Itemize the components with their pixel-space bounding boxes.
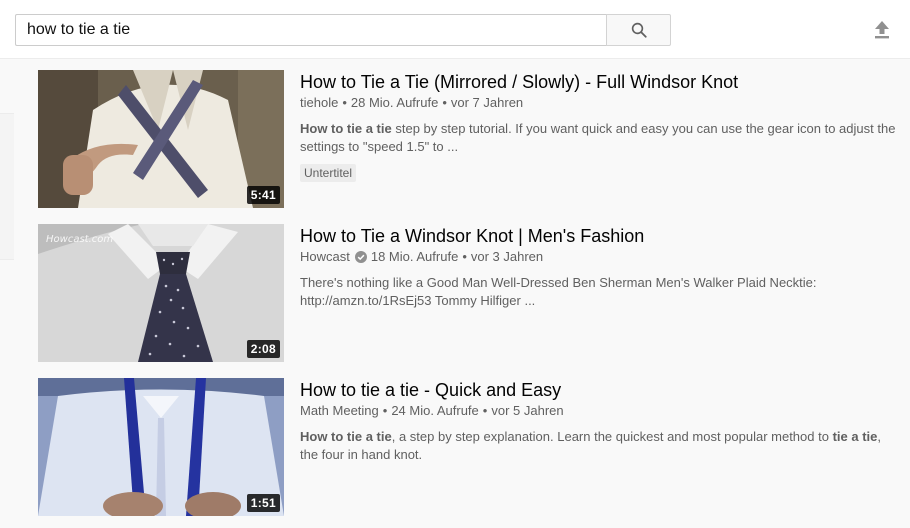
channel-name[interactable]: Howcast: [300, 248, 350, 266]
video-description: There's nothing like a Good Man Well-Dre…: [300, 274, 898, 310]
meta-separator: •: [382, 403, 388, 418]
video-info: How to tie a tie - Quick and Easy Math M…: [300, 378, 900, 464]
search-button[interactable]: [606, 14, 671, 46]
video-info: How to Tie a Tie (Mirrored / Slowly) - F…: [300, 70, 900, 182]
channel-name[interactable]: tiehole: [300, 94, 338, 112]
meta-separator: •: [462, 249, 467, 264]
video-duration: 2:08: [246, 340, 280, 358]
video-thumbnail[interactable]: 1:51: [38, 378, 284, 516]
desc-highlight: How to tie a tie: [300, 429, 392, 444]
video-title[interactable]: How to Tie a Windsor Knot | Men's Fashio…: [300, 224, 900, 248]
video-meta: Howcast 18 Mio. Aufrufe • vor 3 Jahren: [300, 248, 900, 266]
upload-age: vor 7 Jahren: [450, 95, 524, 110]
video-title[interactable]: How to Tie a Tie (Mirrored / Slowly) - F…: [300, 70, 900, 94]
search-icon: [631, 22, 647, 38]
upload-age: vor 3 Jahren: [470, 249, 544, 264]
video-result[interactable]: 1:51 How to tie a tie - Quick and Easy M…: [38, 378, 910, 516]
upload-age: vor 5 Jahren: [491, 403, 564, 418]
upload-icon: [875, 21, 889, 39]
video-thumbnail[interactable]: 5:41: [38, 70, 284, 208]
view-count: 24 Mio. Aufrufe: [391, 403, 479, 418]
desc-highlight: tie a tie: [832, 429, 878, 444]
video-description: How to tie a tie, a step by step explana…: [300, 428, 898, 464]
channel-watermark: Howcast.com: [46, 234, 114, 245]
video-info: How to Tie a Windsor Knot | Men's Fashio…: [300, 224, 900, 310]
meta-separator: •: [342, 95, 347, 110]
subtitles-badge: Untertitel: [300, 164, 357, 182]
side-rail: [0, 113, 14, 260]
channel-name[interactable]: Math Meeting: [300, 402, 379, 420]
view-count: 18 Mio. Aufrufe: [370, 249, 459, 264]
search-input[interactable]: how to tie a tie: [15, 14, 607, 46]
desc-text: There's nothing like a Good Man Well-Dre…: [300, 275, 817, 308]
video-result[interactable]: Howcast.com 2:08 How to Tie a Windsor Kn…: [38, 224, 910, 362]
verified-check-icon: [354, 251, 367, 263]
meta-separator: •: [482, 403, 488, 418]
top-bar: how to tie a tie: [0, 0, 910, 59]
meta-separator: •: [442, 95, 447, 110]
upload-button[interactable]: [870, 18, 894, 42]
video-thumbnail[interactable]: Howcast.com 2:08: [38, 224, 284, 362]
desc-text: , a step by step explanation. Learn the …: [391, 429, 833, 444]
video-description: How to tie a tie step by step tutorial. …: [300, 120, 898, 156]
view-count: 28 Mio. Aufrufe: [350, 95, 439, 110]
video-meta: Math Meeting • 24 Mio. Aufrufe • vor 5 J…: [300, 402, 900, 420]
desc-highlight: How to tie a tie: [300, 121, 392, 136]
video-meta: tiehole • 28 Mio. Aufrufe • vor 7 Jahren: [300, 94, 900, 112]
video-title[interactable]: How to tie a tie - Quick and Easy: [300, 378, 900, 402]
video-duration: 5:41: [246, 186, 280, 204]
video-result[interactable]: 5:41 How to Tie a Tie (Mirrored / Slowly…: [38, 70, 910, 208]
video-duration: 1:51: [246, 494, 280, 512]
